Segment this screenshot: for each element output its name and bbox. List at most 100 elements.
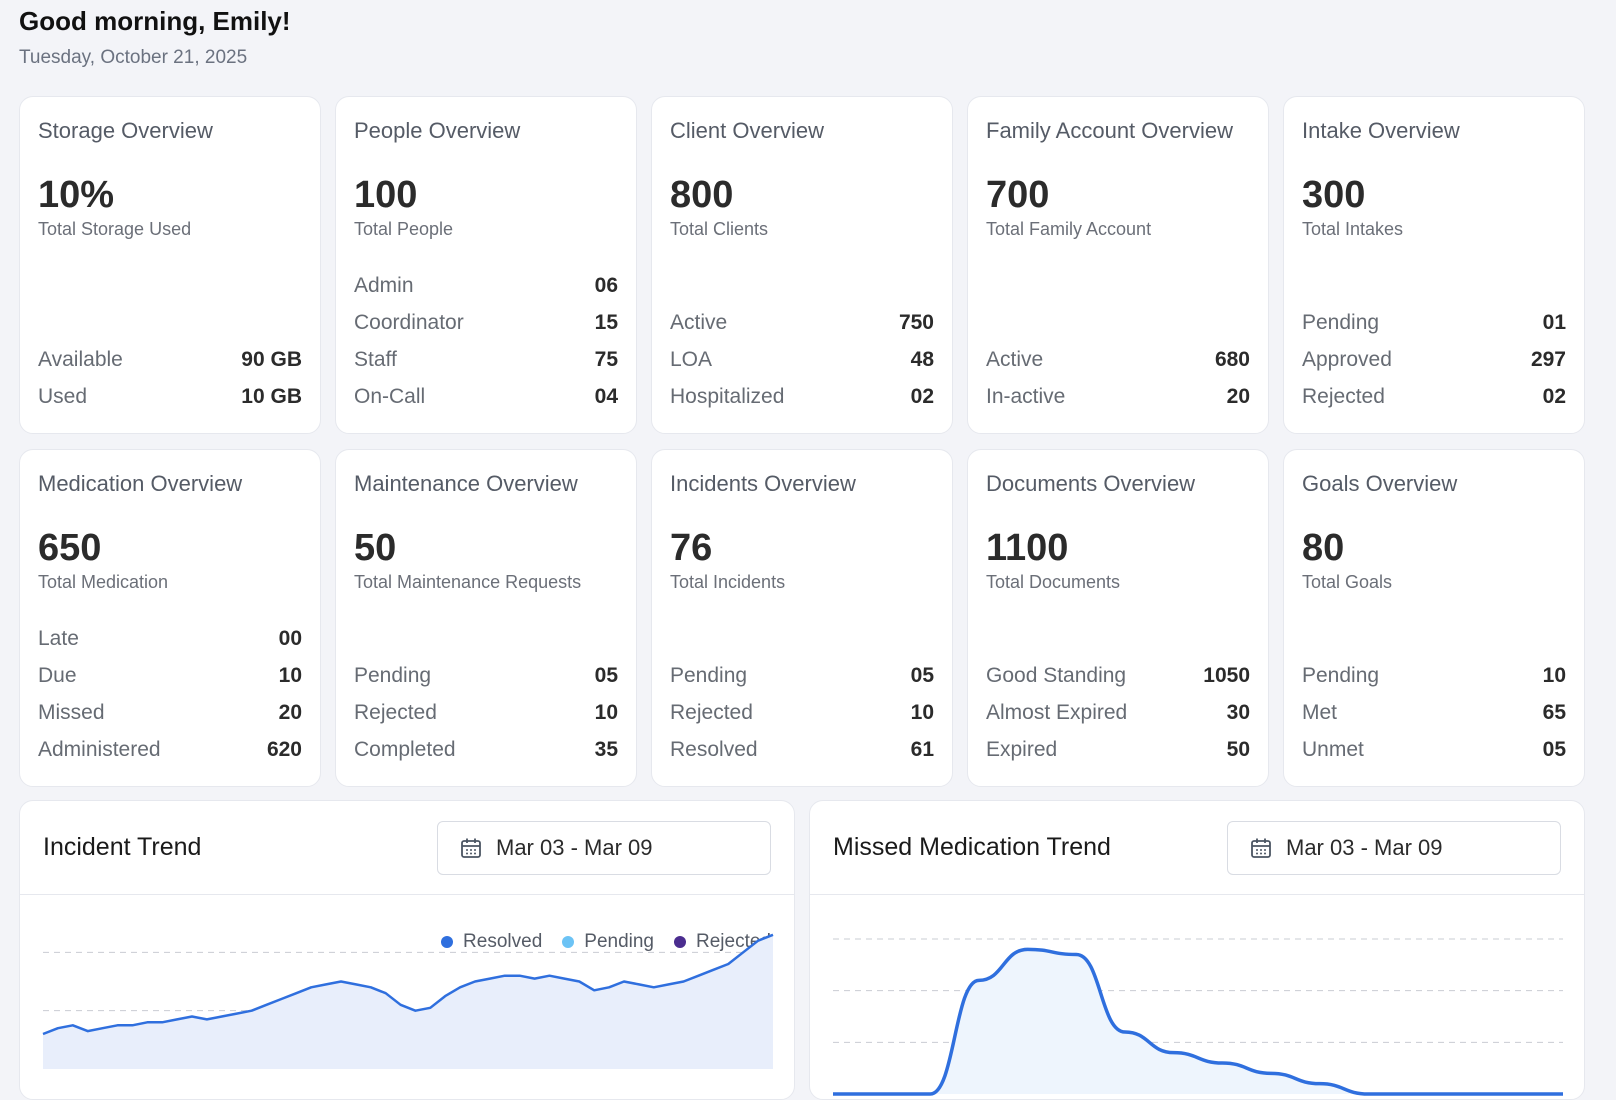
stat-row: Due 10 bbox=[38, 657, 302, 694]
missed-medication-trend-panel: Missed Medication Trend Mar 03 - Mar 09 bbox=[809, 800, 1585, 1100]
medication-date-range-picker[interactable]: Mar 03 - Mar 09 bbox=[1227, 820, 1561, 875]
stat-row: Pending 05 bbox=[354, 657, 618, 694]
card-stats: Active 680 In-active 20 bbox=[986, 341, 1250, 415]
stat-row: Almost Expired 30 bbox=[986, 694, 1250, 731]
documents-overview-card[interactable]: Documents Overview 1100 Total Documents Goo… bbox=[967, 449, 1269, 787]
family-account-overview-card[interactable]: Family Account Overview 700 Total Family A… bbox=[967, 96, 1269, 434]
stat-label: Unmet bbox=[1302, 737, 1364, 761]
stat-value: 10 GB bbox=[241, 384, 302, 408]
card-stats: Late 00 Due 10 Missed 20 Administered 620 bbox=[38, 620, 302, 768]
series-area bbox=[833, 949, 1563, 1094]
card-stats: Pending 01 Approved 297 Rejected 02 bbox=[1302, 304, 1566, 415]
stat-label: Due bbox=[38, 663, 77, 687]
stat-value: 35 bbox=[594, 737, 618, 761]
series-area-resolved bbox=[43, 934, 773, 1069]
stat-value: 10 bbox=[278, 663, 302, 687]
card-title: Storage Overview bbox=[38, 118, 213, 143]
card-total-value: 50 bbox=[354, 527, 397, 569]
stat-row: On-Call 04 bbox=[354, 378, 618, 415]
card-title: Family Account Overview bbox=[986, 118, 1233, 143]
intake-overview-card[interactable]: Intake Overview 300 Total Intakes Pending 01… bbox=[1283, 96, 1585, 434]
stat-value: 30 bbox=[1226, 700, 1250, 724]
stat-label: Pending bbox=[1302, 663, 1380, 687]
card-title: Intake Overview bbox=[1302, 118, 1460, 143]
card-total-value: 700 bbox=[986, 174, 1050, 216]
card-subtitle: Total Incidents bbox=[670, 572, 786, 592]
stat-value: 61 bbox=[910, 737, 934, 761]
stat-value: 02 bbox=[1542, 384, 1566, 408]
stat-value: 10 bbox=[1542, 663, 1566, 687]
card-title: Incidents Overview bbox=[670, 471, 856, 496]
stat-value: 02 bbox=[910, 384, 934, 408]
card-title: Client Overview bbox=[670, 118, 825, 143]
card-total-value: 650 bbox=[38, 527, 102, 569]
stat-label: Late bbox=[38, 626, 79, 650]
stat-row: Active 750 bbox=[670, 304, 934, 341]
card-subtitle: Total People bbox=[354, 219, 454, 239]
card-total-value: 1100 bbox=[986, 527, 1069, 569]
stat-value: 05 bbox=[594, 663, 618, 687]
stat-row: Late 00 bbox=[38, 620, 302, 657]
medication-overview-card[interactable]: Medication Overview 650 Total Medication La… bbox=[19, 449, 321, 787]
stat-row: Staff 75 bbox=[354, 341, 618, 378]
stat-value: 06 bbox=[594, 273, 618, 297]
stat-value: 48 bbox=[910, 347, 934, 371]
stat-value: 1050 bbox=[1203, 663, 1250, 687]
stat-value: 00 bbox=[278, 626, 302, 650]
incident-date-range-picker[interactable]: Mar 03 - Mar 09 bbox=[437, 820, 771, 875]
stat-row: Resolved 61 bbox=[670, 731, 934, 768]
card-title: Goals Overview bbox=[1302, 471, 1458, 496]
panel-header: Missed Medication Trend Mar 03 - Mar 09 bbox=[810, 801, 1584, 895]
stat-row: LOA 48 bbox=[670, 341, 934, 378]
stat-label: Hospitalized bbox=[670, 384, 785, 408]
date-range-text: Mar 03 - Mar 09 bbox=[496, 834, 653, 860]
stat-row: Unmet 05 bbox=[1302, 731, 1566, 768]
stat-label: Rejected bbox=[670, 700, 753, 724]
stat-row: Met 65 bbox=[1302, 694, 1566, 731]
storage-overview-card[interactable]: Storage Overview 10% Total Storage Used Ava… bbox=[19, 96, 321, 434]
stat-value: 10 bbox=[910, 700, 934, 724]
greeting: Good morning, Emily! bbox=[19, 6, 291, 36]
card-total-value: 100 bbox=[354, 174, 418, 216]
stat-row: Expired 50 bbox=[986, 731, 1250, 768]
people-overview-card[interactable]: People Overview 100 Total People Admin 06 Coo… bbox=[335, 96, 637, 434]
stat-value: 90 GB bbox=[241, 347, 302, 371]
date-range-text: Mar 03 - Mar 09 bbox=[1286, 834, 1443, 860]
goals-overview-card[interactable]: Goals Overview 80 Total Goals Pending 10 Met 6… bbox=[1283, 449, 1585, 787]
calendar-icon bbox=[461, 838, 481, 858]
incidents-overview-card[interactable]: Incidents Overview 76 Total Incidents Pendi… bbox=[651, 449, 953, 787]
card-subtitle: Total Maintenance Requests bbox=[354, 572, 582, 592]
stat-label: Good Standing bbox=[986, 663, 1127, 687]
stat-label: Met bbox=[1302, 700, 1338, 724]
card-subtitle: Total Storage Used bbox=[38, 219, 192, 239]
stat-label: Pending bbox=[354, 663, 432, 687]
card-title: Maintenance Overview bbox=[354, 471, 578, 496]
stat-row: Used 10 GB bbox=[38, 378, 302, 415]
stat-row: Good Standing 1050 bbox=[986, 657, 1250, 694]
card-stats: Available 90 GB Used 10 GB bbox=[38, 341, 302, 415]
stat-value: 20 bbox=[278, 700, 302, 724]
stat-label: Completed bbox=[354, 737, 456, 761]
stat-value: 15 bbox=[594, 310, 618, 334]
card-title: People Overview bbox=[354, 118, 521, 143]
card-subtitle: Total Medication bbox=[38, 572, 169, 592]
stat-row: Pending 10 bbox=[1302, 657, 1566, 694]
calendar-icon bbox=[1251, 838, 1271, 858]
panel-title: Missed Medication Trend bbox=[833, 833, 1111, 861]
stat-row: Administered 620 bbox=[38, 731, 302, 768]
stat-value: 680 bbox=[1214, 347, 1250, 371]
card-subtitle: Total Intakes bbox=[1302, 219, 1404, 239]
card-total-value: 10% bbox=[38, 174, 115, 216]
stat-label: Available bbox=[38, 347, 123, 371]
card-stats: Admin 06 Coordinator 15 Staff 75 On-Call 04 bbox=[354, 267, 618, 415]
maintenance-overview-card[interactable]: Maintenance Overview 50 Total Maintenance … bbox=[335, 449, 637, 787]
stat-label: Administered bbox=[38, 737, 161, 761]
card-stats: Pending 05 Rejected 10 Completed 35 bbox=[354, 657, 618, 768]
client-overview-card[interactable]: Client Overview 800 Total Clients Active 750… bbox=[651, 96, 953, 434]
card-total-value: 76 bbox=[670, 527, 713, 569]
stat-value: 297 bbox=[1530, 347, 1566, 371]
stat-row: Hospitalized 02 bbox=[670, 378, 934, 415]
card-title: Medication Overview bbox=[38, 471, 243, 496]
panel-header: Incident Trend Mar 03 - Mar 09 bbox=[20, 801, 794, 895]
stat-value: 04 bbox=[594, 384, 618, 408]
